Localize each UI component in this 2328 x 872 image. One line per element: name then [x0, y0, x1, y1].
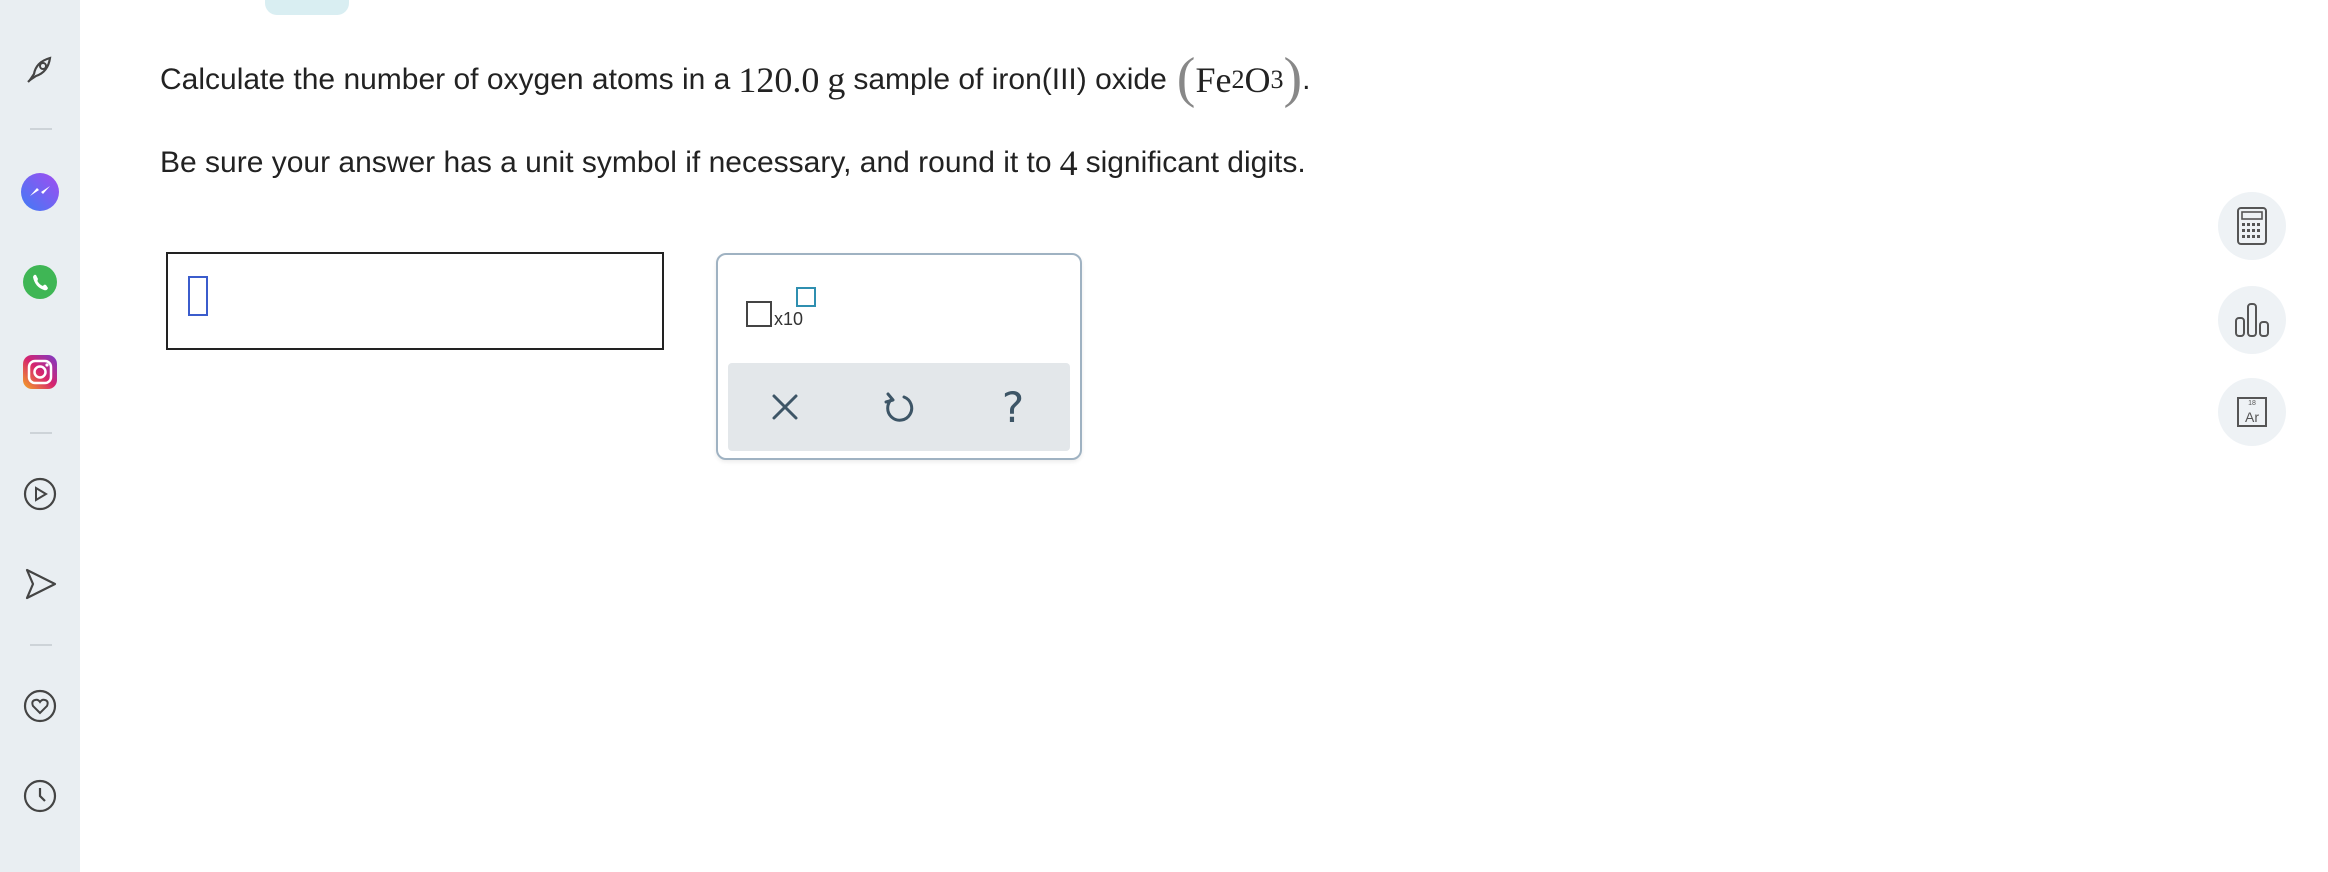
rail-divider — [30, 432, 52, 434]
calculator-button[interactable] — [2218, 192, 2286, 260]
undo-icon — [884, 392, 914, 422]
play-icon[interactable] — [20, 474, 60, 514]
periodic-element-symbol: Ar — [2245, 409, 2259, 425]
instagram-icon[interactable] — [20, 352, 60, 392]
formula-fe: Fe — [1195, 60, 1232, 100]
mass-unit: g — [827, 60, 846, 100]
rail-divider — [30, 128, 52, 130]
clear-button[interactable] — [755, 377, 815, 437]
formula-fe-subscript: 2 — [1231, 65, 1245, 94]
sci-base-box — [746, 301, 772, 327]
instruction-suffix: significant digits. — [1085, 146, 1306, 179]
help-button[interactable]: ? — [983, 377, 1043, 437]
periodic-table-button[interactable]: 18 Ar — [2218, 378, 2286, 446]
periodic-group-number: 18 — [2248, 400, 2256, 407]
periodic-table-icon: 18 Ar — [2237, 397, 2267, 427]
close-icon — [772, 394, 798, 420]
bar-chart-icon — [2235, 303, 2269, 337]
history-icon[interactable] — [20, 776, 60, 816]
answer-cursor-placeholder[interactable] — [188, 276, 208, 316]
scientific-notation-button[interactable]: x10 — [746, 287, 826, 337]
mass-value: 120.0 — [738, 60, 820, 100]
calculator-icon — [2237, 207, 2267, 245]
top-tab[interactable] — [265, 0, 349, 15]
formula-o-subscript: 3 — [1270, 65, 1284, 94]
rail-divider — [30, 644, 52, 646]
palette-action-bar: ? — [728, 363, 1070, 451]
help-icon: ? — [1001, 382, 1025, 432]
significant-digits: 4 — [1059, 143, 1078, 183]
math-palette: x10 ? — [716, 253, 1082, 460]
formula-open-paren: ( — [1176, 47, 1196, 109]
instruction-text: Be sure your answer has a unit symbol if… — [160, 142, 1306, 184]
instruction-prefix: Be sure your answer has a unit symbol if… — [160, 146, 1052, 179]
rocket-icon[interactable] — [20, 50, 60, 90]
question-middle: sample of iron(III) oxide — [853, 63, 1167, 96]
formula-close-paren: ) — [1283, 47, 1303, 109]
question-text: Calculate the number of oxygen atoms in … — [160, 47, 1311, 109]
answer-input[interactable] — [166, 252, 664, 350]
question-prefix: Calculate the number of oxygen atoms in … — [160, 63, 731, 96]
messenger-icon[interactable] — [20, 172, 60, 212]
send-icon[interactable] — [20, 564, 60, 604]
sci-exponent-box — [796, 287, 816, 307]
formula-o: O — [1244, 60, 1271, 100]
whatsapp-icon[interactable] — [20, 262, 60, 302]
sci-x10-label: x10 — [774, 309, 804, 329]
left-sidebar — [0, 0, 80, 872]
chemical-formula: ( Fe 2 O 3 ) — [1176, 47, 1303, 109]
undo-button[interactable] — [869, 377, 929, 437]
question-period: . — [1302, 63, 1311, 96]
heart-icon[interactable] — [20, 686, 60, 726]
data-chart-button[interactable] — [2218, 286, 2286, 354]
